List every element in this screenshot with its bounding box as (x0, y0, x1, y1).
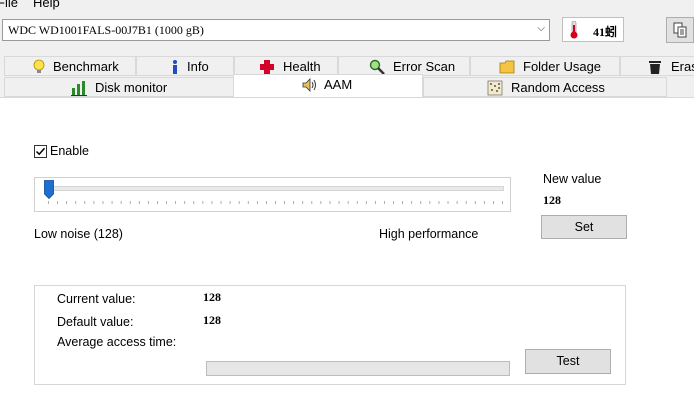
tab-label: Random Access (511, 80, 605, 95)
tabs-row-2: Disk monitor AAM Random Access (0, 74, 694, 97)
info-icon (173, 60, 177, 74)
tab-label: Disk monitor (95, 80, 168, 95)
tab-info[interactable]: Info (136, 56, 234, 76)
health-cross-icon (260, 60, 274, 74)
slider-ticks (48, 201, 503, 204)
folder-icon (499, 60, 515, 74)
tab-benchmark[interactable]: Benchmark (4, 56, 136, 76)
speaker-icon (302, 78, 316, 92)
drive-select-value: WDC WD1001FALS-00J7B1 (1000 gB) (8, 23, 204, 37)
tabs-row-1: Benchmark Info Health Error Scan Folder … (0, 56, 694, 76)
default-value: 128 (203, 313, 221, 327)
menu-file[interactable]: File (0, 0, 18, 10)
aam-slider-frame (34, 177, 511, 212)
tab-label: Folder Usage (523, 59, 602, 74)
new-value: 128 (543, 193, 561, 207)
magnifier-icon (369, 59, 385, 75)
thermometer-icon (570, 21, 578, 39)
tab-erase[interactable]: Erase (620, 56, 694, 76)
tab-error-scan[interactable]: Error Scan (338, 56, 470, 76)
chevron-down-icon: ⌵ (537, 23, 545, 34)
tab-folder-usage[interactable]: Folder Usage (470, 56, 620, 76)
aam-slider-track[interactable] (44, 186, 504, 191)
tab-disk-monitor[interactable]: Disk monitor (4, 77, 234, 97)
set-button[interactable]: Set (541, 215, 627, 239)
tab-health[interactable]: Health (234, 56, 338, 76)
enable-label: Enable (50, 144, 89, 158)
trash-icon (649, 61, 661, 74)
new-value-label: New value (543, 172, 602, 186)
copy-icon (673, 22, 687, 38)
tab-label: Benchmark (53, 59, 119, 74)
default-value-label: Default value: (57, 315, 134, 329)
menu-help[interactable]: Help (33, 0, 60, 10)
chart-icon (71, 81, 87, 96)
checkmark-icon (35, 147, 46, 156)
test-button[interactable]: Test (525, 349, 611, 374)
tab-aam[interactable]: AAM (233, 74, 423, 97)
copy-button[interactable] (666, 17, 694, 43)
tab-random-access[interactable]: Random Access (423, 77, 667, 97)
enable-checkbox[interactable] (34, 145, 47, 158)
avg-access-progress (206, 361, 510, 376)
current-value: 128 (203, 290, 221, 304)
slider-max-label: High performance (379, 227, 479, 241)
tab-label: Erase (671, 59, 694, 74)
tab-label: Error Scan (393, 59, 456, 74)
temperature-display: 41蚓 (562, 17, 624, 42)
drive-select[interactable]: WDC WD1001FALS-00J7B1 (1000 gB) ⌵ (2, 19, 550, 41)
slider-min-label: Low noise (128) (34, 227, 123, 241)
lightbulb-icon (33, 59, 45, 73)
tab-label: Info (187, 59, 209, 74)
current-value-label: Current value: (57, 292, 136, 306)
dots-icon (487, 80, 503, 96)
menu-bar: File Help (0, 0, 694, 12)
tab-label: AAM (324, 77, 353, 92)
avg-access-label: Average access time: (57, 335, 177, 349)
temperature-value: 41蚓 (593, 25, 618, 39)
aam-slider-thumb[interactable] (44, 180, 54, 199)
tab-label: Health (283, 59, 321, 74)
